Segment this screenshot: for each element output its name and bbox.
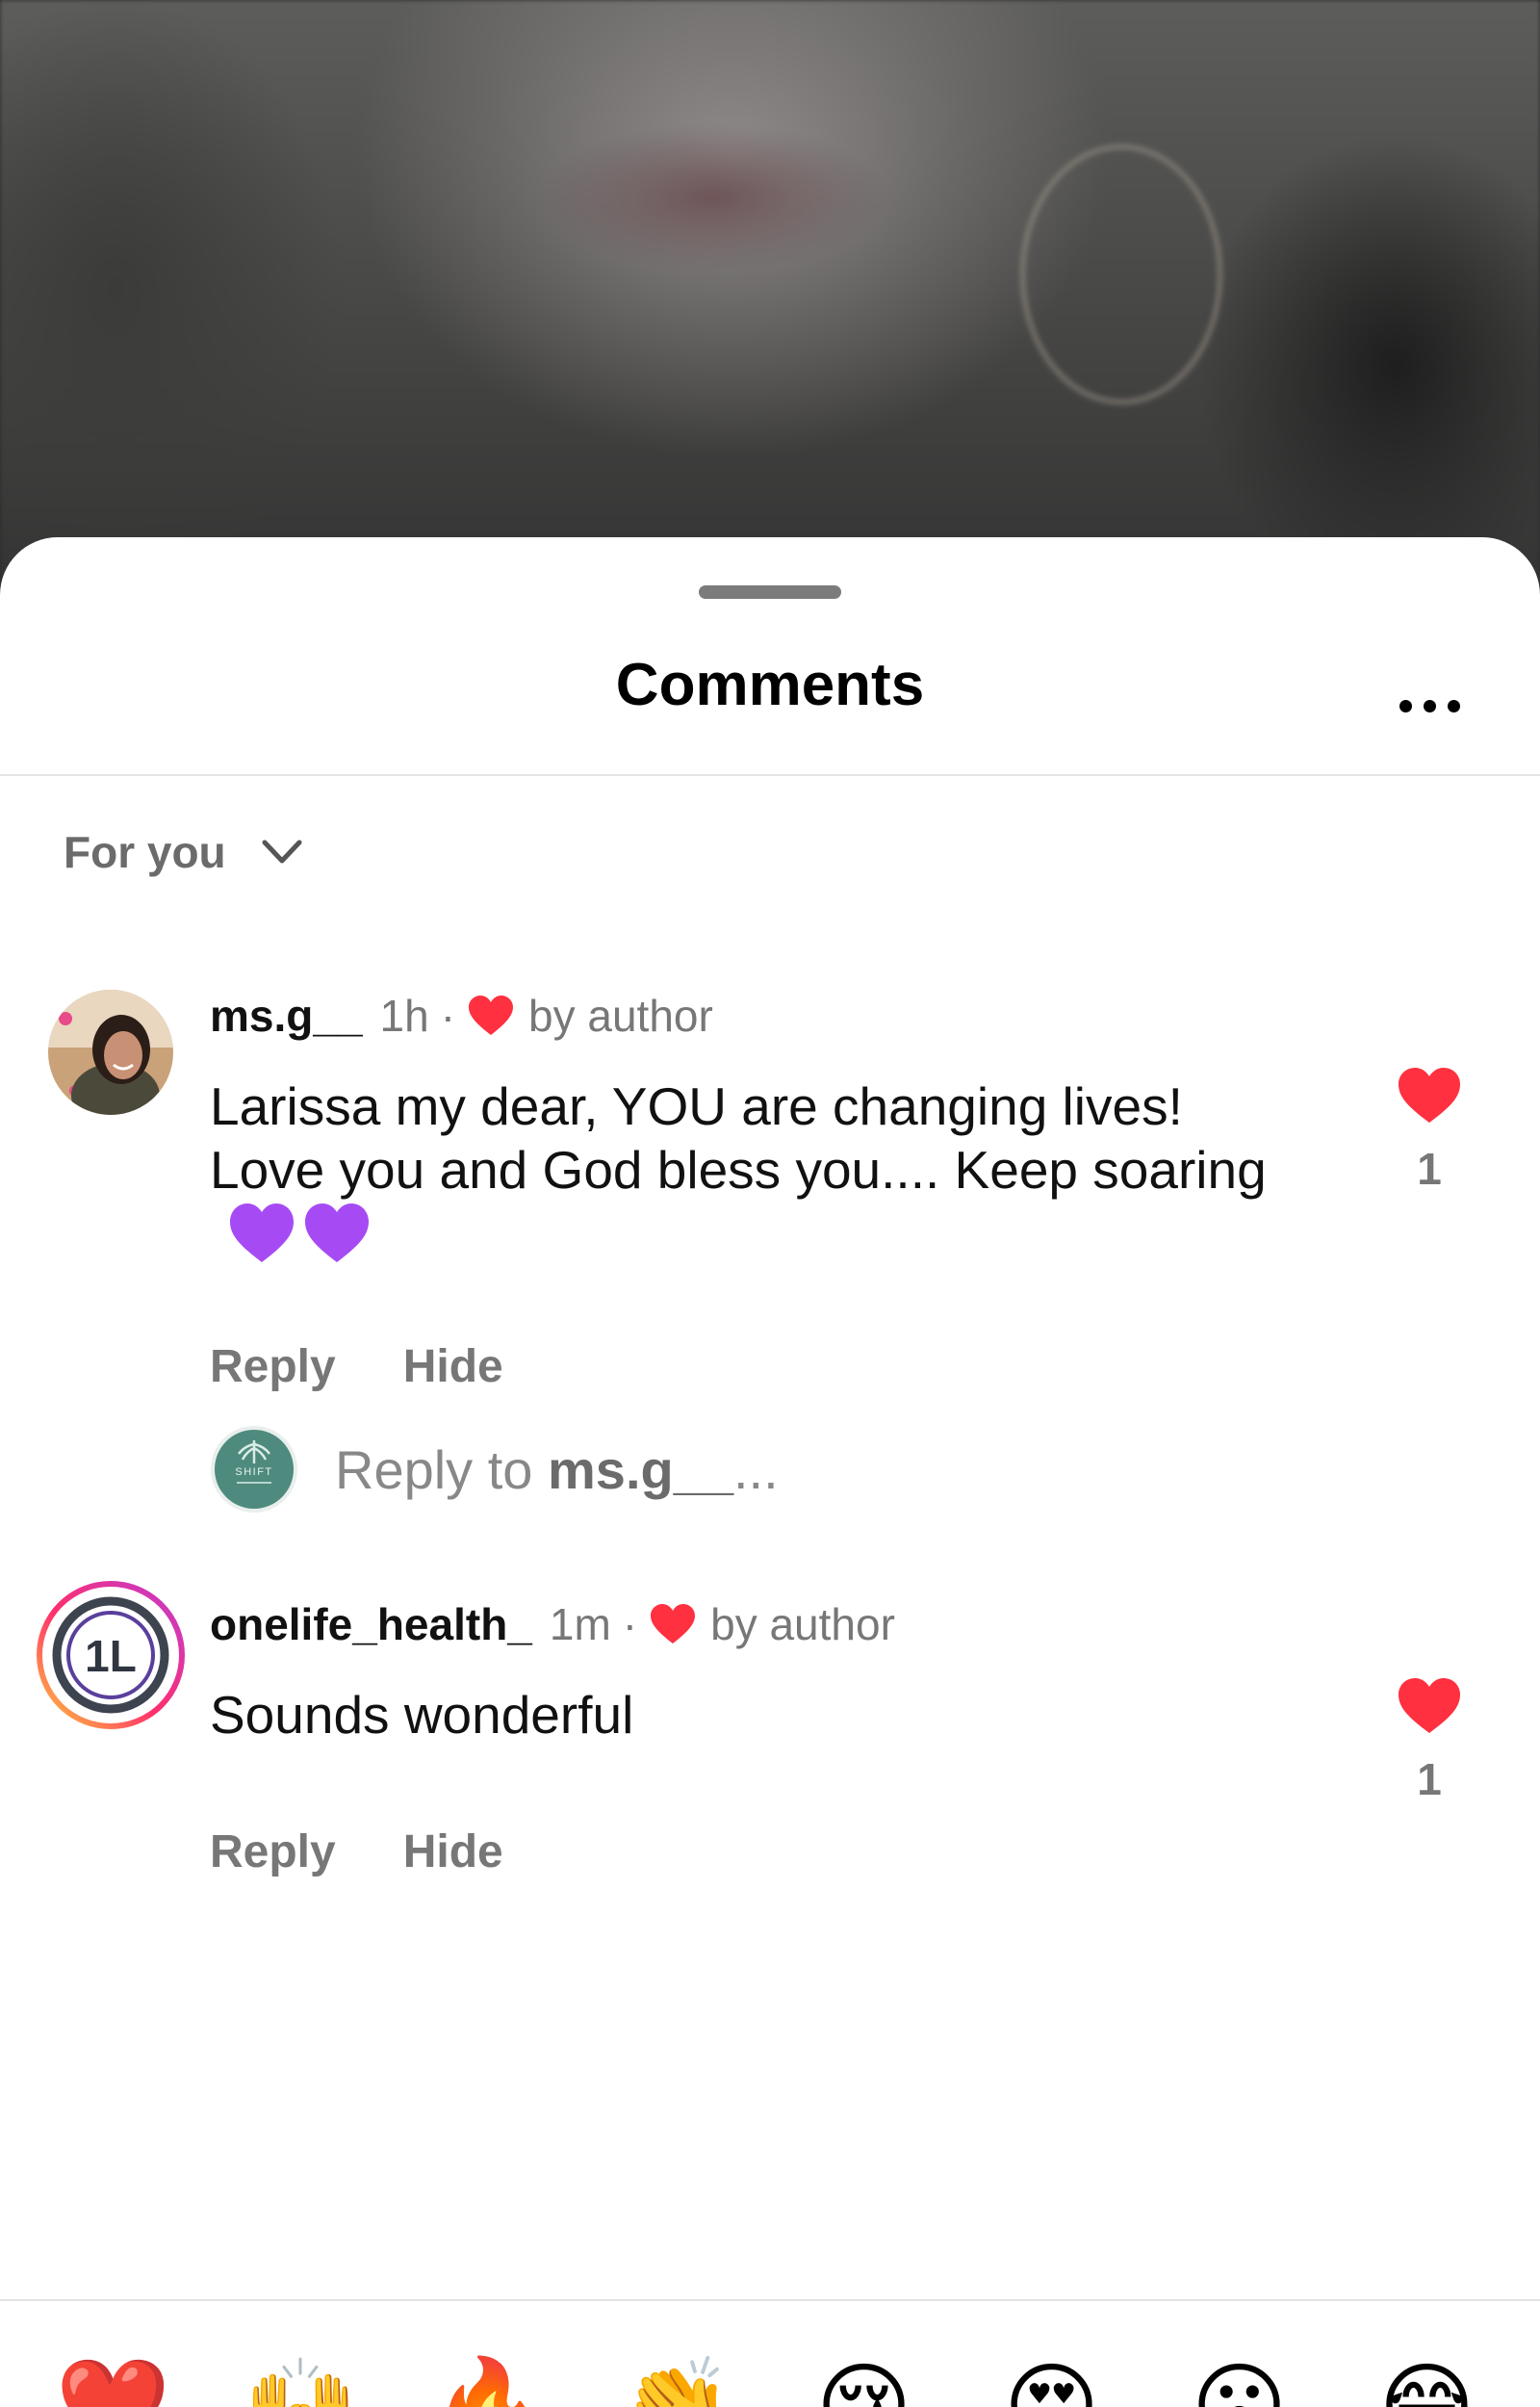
emoji-laughing-button[interactable]: 😂 bbox=[1370, 2361, 1485, 2407]
emoji-surprised-button[interactable]: 😮 bbox=[1182, 2361, 1297, 2407]
comment-actions: Reply Hide bbox=[210, 1340, 503, 1393]
heart-icon bbox=[469, 996, 514, 1035]
like-heart-icon[interactable] bbox=[1397, 1067, 1462, 1125]
reply-input[interactable]: SHIFT Reply to ms.g__... bbox=[210, 1425, 779, 1514]
heart-icon bbox=[651, 1604, 696, 1643]
like-control: 1 bbox=[1386, 1677, 1473, 1805]
shift-logo-text: SHIFT bbox=[235, 1466, 272, 1478]
comment-body: Larissa my dear, YOU are changing lives!… bbox=[210, 1076, 1267, 1200]
comment-text: Larissa my dear, YOU are changing lives!… bbox=[210, 1074, 1288, 1265]
comment-username[interactable]: onelife_health_ bbox=[210, 1598, 532, 1650]
reply-placeholder: Reply to ms.g__... bbox=[335, 1438, 779, 1501]
meta-separator: · bbox=[622, 1599, 638, 1649]
video-background bbox=[0, 0, 1540, 597]
reply-suffix: ... bbox=[733, 1438, 779, 1500]
meta-separator: · bbox=[440, 991, 456, 1041]
story-ring-avatar: 1L bbox=[37, 1581, 185, 1729]
purple-heart-icon bbox=[230, 1204, 294, 1262]
like-control: 1 bbox=[1386, 1067, 1473, 1195]
emoji-red-heart-button[interactable]: ❤️ bbox=[56, 2361, 171, 2407]
header-divider bbox=[0, 774, 1540, 776]
liked-by-author-label: by author bbox=[528, 991, 713, 1041]
comment-time: 1h bbox=[379, 991, 429, 1041]
chevron-down-icon bbox=[262, 840, 302, 864]
sheet-title: Comments bbox=[615, 652, 925, 718]
comment-username[interactable]: ms.g__ bbox=[210, 990, 363, 1042]
like-count: 1 bbox=[1417, 1144, 1442, 1194]
more-dot-icon bbox=[1447, 699, 1460, 712]
more-dot-icon bbox=[1399, 699, 1412, 712]
avatar[interactable] bbox=[48, 990, 173, 1115]
emoji-clapping-button[interactable]: 👏 bbox=[619, 2361, 734, 2407]
like-count: 1 bbox=[1417, 1754, 1442, 1804]
sort-dropdown[interactable]: For you bbox=[64, 826, 303, 878]
reply-target: ms.g__ bbox=[548, 1438, 733, 1500]
reply-button[interactable]: Reply bbox=[210, 1825, 336, 1878]
onelife-logo-text: 1L bbox=[85, 1631, 137, 1681]
sheet-grabber-handle[interactable] bbox=[699, 585, 841, 599]
comment-text: Sounds wonderful bbox=[210, 1685, 634, 1745]
comments-sheet: Comments For you ms.g__ 1h · by author L… bbox=[0, 537, 1540, 2407]
liked-by-author-label: by author bbox=[710, 1599, 895, 1649]
hide-button[interactable]: Hide bbox=[403, 1340, 503, 1393]
emoji-fire-button[interactable]: 🔥 bbox=[431, 2361, 547, 2407]
emoji-heart-eyes-button[interactable]: 😍 bbox=[994, 2361, 1110, 2407]
emoji-crying-button[interactable]: 😢 bbox=[807, 2361, 922, 2407]
avatar[interactable]: 1L bbox=[35, 1579, 187, 1731]
quick-emoji-bar: ❤️ 🙌 🔥 👏 😢 😍 😮 😂 bbox=[0, 2361, 1540, 2407]
emoji-raised-hands-button[interactable]: 🙌 bbox=[244, 2361, 359, 2407]
sort-label: For you bbox=[64, 827, 226, 877]
earring-shape bbox=[1020, 144, 1222, 404]
comment-time: 1m bbox=[549, 1599, 611, 1649]
reply-button[interactable]: Reply bbox=[210, 1340, 336, 1393]
more-options-button[interactable] bbox=[1386, 682, 1473, 730]
current-user-avatar: SHIFT bbox=[211, 1426, 297, 1513]
avatar-photo bbox=[48, 990, 173, 1115]
comment-meta: ms.g__ 1h · by author bbox=[210, 990, 713, 1042]
hide-button[interactable]: Hide bbox=[403, 1825, 503, 1878]
comment-actions: Reply Hide bbox=[210, 1825, 503, 1878]
emoji-bar-divider bbox=[0, 2299, 1540, 2301]
purple-heart-icon bbox=[305, 1204, 369, 1262]
more-dot-icon bbox=[1423, 699, 1436, 712]
comment-meta: onelife_health_ 1m · by author bbox=[210, 1598, 895, 1650]
reply-prefix: Reply to bbox=[335, 1438, 548, 1500]
like-heart-icon[interactable] bbox=[1397, 1677, 1462, 1735]
